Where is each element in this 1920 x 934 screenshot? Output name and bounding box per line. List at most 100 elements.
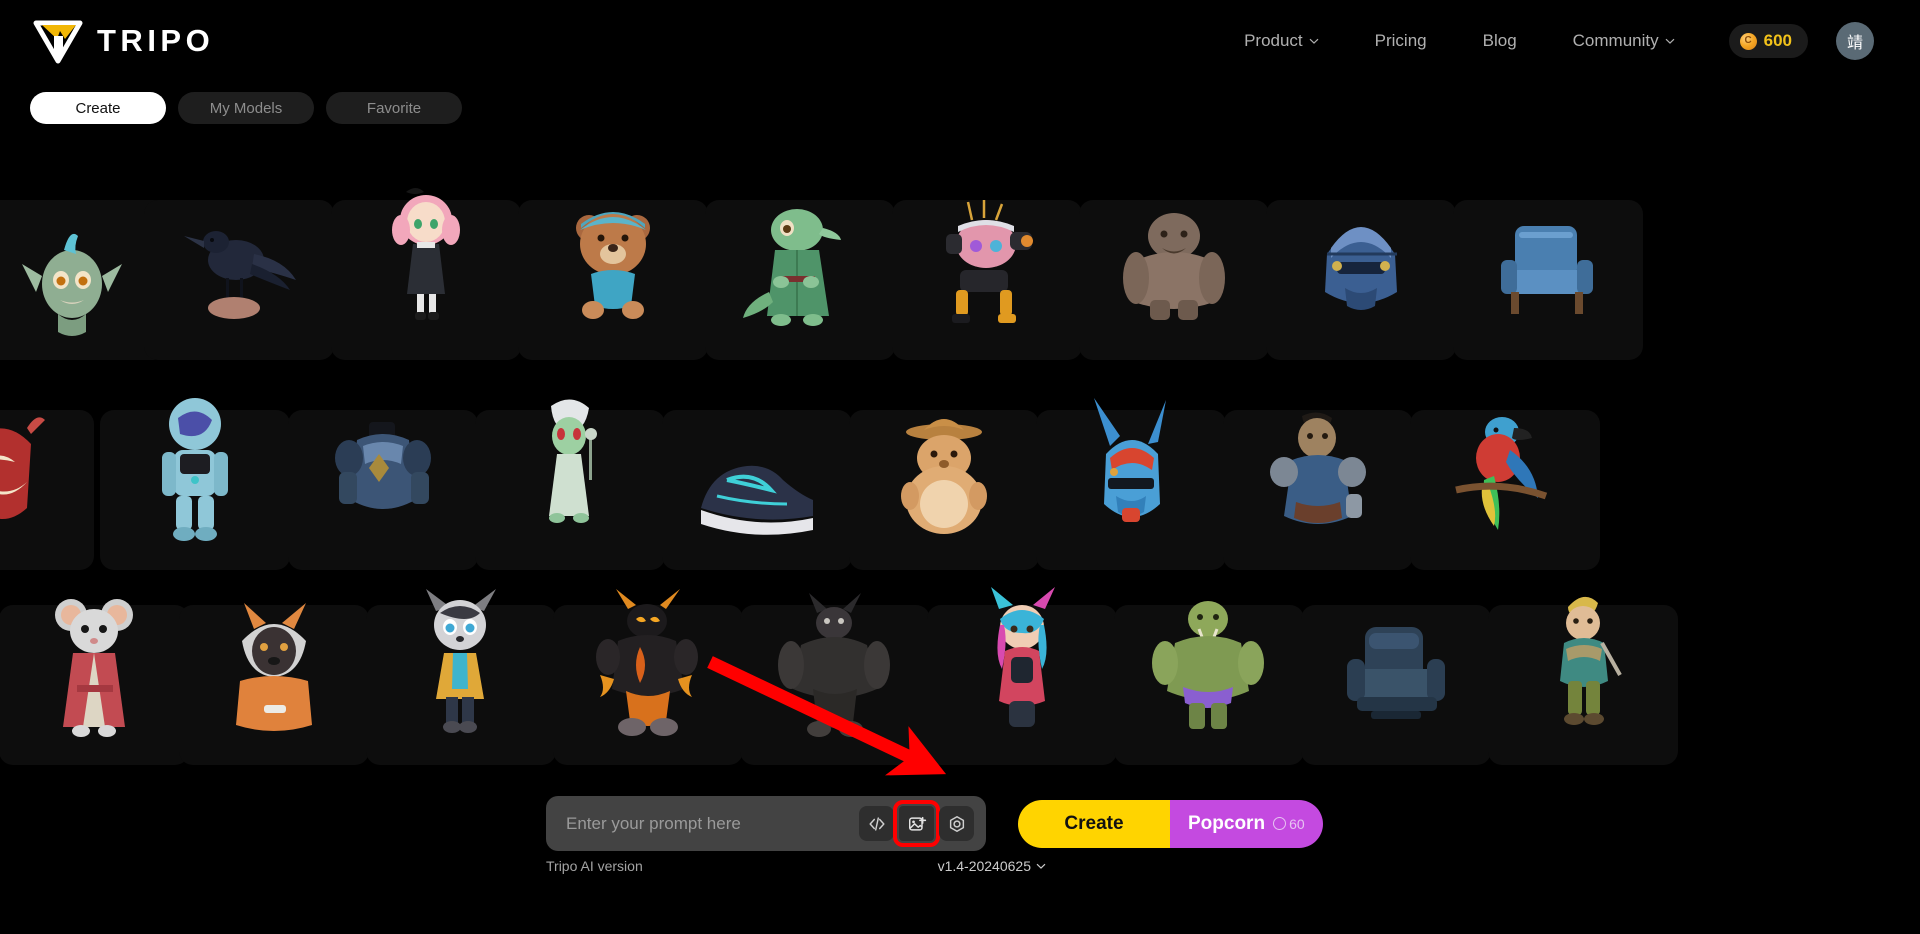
tab-my-models[interactable]: My Models bbox=[178, 92, 314, 124]
model-card-crow-on-rock[interactable] bbox=[144, 200, 334, 360]
model-card-blue-armchair[interactable] bbox=[1453, 200, 1643, 360]
credits-badge[interactable]: C 600 bbox=[1728, 24, 1808, 58]
view-tabs: Create My Models Favorite bbox=[30, 92, 462, 124]
model-thumbnail bbox=[582, 571, 714, 747]
model-card-macaw-parrot[interactable] bbox=[1410, 410, 1600, 570]
model-card-stone-troll[interactable] bbox=[1079, 200, 1269, 360]
model-thumbnail bbox=[1143, 571, 1275, 747]
tab-my-models-label: My Models bbox=[209, 99, 283, 117]
model-card-leather-recliner[interactable] bbox=[1301, 605, 1491, 765]
model-thumbnail bbox=[208, 571, 340, 747]
tripo-logo[interactable]: TRIPO bbox=[30, 16, 214, 66]
version-row: Tripo AI version v1.4-20240625 bbox=[546, 858, 1046, 874]
gallery-row-1 bbox=[0, 188, 1920, 360]
model-card-teddy-bear-beanie[interactable] bbox=[518, 200, 708, 360]
model-thumbnail bbox=[173, 166, 305, 342]
model-thumbnail bbox=[1482, 166, 1614, 342]
version-label: Tripo AI version bbox=[546, 858, 643, 874]
model-thumbnail bbox=[956, 571, 1088, 747]
popcorn-cost-value: 60 bbox=[1289, 815, 1305, 832]
model-thumbnail bbox=[769, 571, 901, 747]
model-thumbnail bbox=[1517, 571, 1649, 747]
avatar[interactable]: 靖 bbox=[1836, 22, 1874, 60]
model-card-running-shoe[interactable] bbox=[662, 410, 852, 570]
model-card-blue-mech-helm[interactable] bbox=[1036, 398, 1226, 570]
nav-item-blog[interactable]: Blog bbox=[1455, 31, 1545, 51]
model-card-astronaut-suit[interactable] bbox=[100, 398, 290, 570]
model-thumbnail bbox=[504, 376, 636, 552]
model-card-mouse-kimono[interactable] bbox=[0, 599, 189, 765]
prompt-icon-group bbox=[859, 800, 986, 847]
main-nav: Product Pricing Blog Community C 600 靖 bbox=[1216, 22, 1896, 60]
coin-outline-icon bbox=[1273, 817, 1287, 830]
chevron-down-icon bbox=[1036, 861, 1046, 871]
credits-amount: 600 bbox=[1763, 31, 1792, 50]
model-thumbnail bbox=[1108, 166, 1240, 342]
model-thumbnail bbox=[547, 166, 679, 342]
prompt-zone: Create Popcorn 60 Tripo AI version v1.4-… bbox=[0, 780, 1920, 934]
model-card-orc-warrior[interactable] bbox=[1223, 410, 1413, 570]
model-thumbnail bbox=[1439, 376, 1571, 552]
top-header: TRIPO Product Pricing Blog Community C 6… bbox=[0, 0, 1920, 82]
popcorn-button[interactable]: Popcorn 60 bbox=[1170, 799, 1323, 848]
prompt-input[interactable] bbox=[546, 813, 859, 834]
tab-create[interactable]: Create bbox=[30, 92, 166, 124]
model-card-green-orc-brute[interactable] bbox=[1114, 601, 1304, 765]
model-card-elf-adventurer[interactable] bbox=[1488, 596, 1678, 765]
prompt-input-container bbox=[546, 796, 986, 851]
tab-favorite-label: Favorite bbox=[366, 99, 422, 117]
version-selector[interactable]: v1.4-20240625 bbox=[938, 858, 1046, 874]
create-button[interactable]: Create bbox=[1018, 799, 1170, 848]
model-card-knight-armor[interactable] bbox=[288, 410, 478, 570]
model-card-hamster-cowboy[interactable] bbox=[849, 410, 1039, 570]
nav-item-community[interactable]: Community bbox=[1545, 31, 1703, 51]
nav-item-pricing-label: Pricing bbox=[1374, 31, 1427, 50]
model-thumbnail bbox=[0, 376, 65, 552]
model-card-pink-mech-robot[interactable] bbox=[892, 200, 1082, 360]
tab-favorite[interactable]: Favorite bbox=[326, 92, 462, 124]
nav-item-product[interactable]: Product bbox=[1216, 31, 1347, 51]
model-thumbnail bbox=[878, 376, 1010, 552]
model-thumbnail bbox=[317, 376, 449, 552]
gallery-row-2 bbox=[0, 398, 1920, 570]
model-thumbnail bbox=[734, 166, 866, 342]
nav-item-blog-label: Blog bbox=[1482, 31, 1517, 50]
hexagon-target-icon[interactable] bbox=[939, 806, 974, 841]
tripo-app-window: TRIPO Product Pricing Blog Community C 6… bbox=[0, 0, 1920, 934]
model-thumbnail bbox=[360, 166, 492, 342]
model-card-alien-mage[interactable] bbox=[475, 399, 665, 570]
model-thumbnail bbox=[28, 571, 160, 747]
model-thumbnail bbox=[1330, 571, 1462, 747]
model-thumbnail bbox=[129, 376, 261, 552]
chevron-down-icon bbox=[1309, 36, 1319, 46]
popcorn-cost: 60 bbox=[1273, 816, 1305, 832]
model-card-catgirl-cyber[interactable] bbox=[927, 587, 1117, 765]
model-card-lava-demon[interactable] bbox=[553, 589, 743, 765]
image-upload-icon[interactable] bbox=[893, 800, 940, 847]
model-thumbnail bbox=[1295, 166, 1427, 342]
model-card-pink-hair-doll[interactable] bbox=[331, 188, 521, 360]
nav-item-product-label: Product bbox=[1244, 31, 1303, 50]
model-card-goblin-head[interactable] bbox=[0, 200, 167, 360]
tab-create-label: Create bbox=[75, 99, 121, 117]
tripo-logo-text: TRIPO bbox=[97, 23, 215, 58]
model-thumbnail bbox=[921, 166, 1053, 342]
code-brackets-icon[interactable] bbox=[859, 806, 894, 841]
model-card-oni-mask[interactable] bbox=[0, 410, 94, 570]
model-thumbnail bbox=[6, 166, 138, 342]
model-card-werewolf[interactable] bbox=[740, 593, 930, 765]
popcorn-button-label: Popcorn bbox=[1188, 812, 1266, 834]
prompt-bar: Create Popcorn 60 bbox=[546, 796, 1323, 851]
model-gallery bbox=[0, 140, 1920, 770]
model-card-lizard-monk[interactable] bbox=[705, 200, 895, 360]
version-value-text: v1.4-20240625 bbox=[937, 858, 1031, 874]
tripo-logo-icon bbox=[30, 16, 86, 66]
coin-icon: C bbox=[1739, 32, 1757, 50]
nav-item-community-label: Community bbox=[1572, 31, 1659, 50]
nav-item-pricing[interactable]: Pricing bbox=[1347, 31, 1455, 51]
gallery-row-3 bbox=[0, 587, 1920, 765]
model-card-blue-helmet[interactable] bbox=[1266, 200, 1456, 360]
model-thumbnail bbox=[1252, 376, 1384, 552]
model-card-fox-hoodie[interactable] bbox=[179, 603, 369, 765]
model-card-raccoon-kid[interactable] bbox=[366, 589, 556, 765]
